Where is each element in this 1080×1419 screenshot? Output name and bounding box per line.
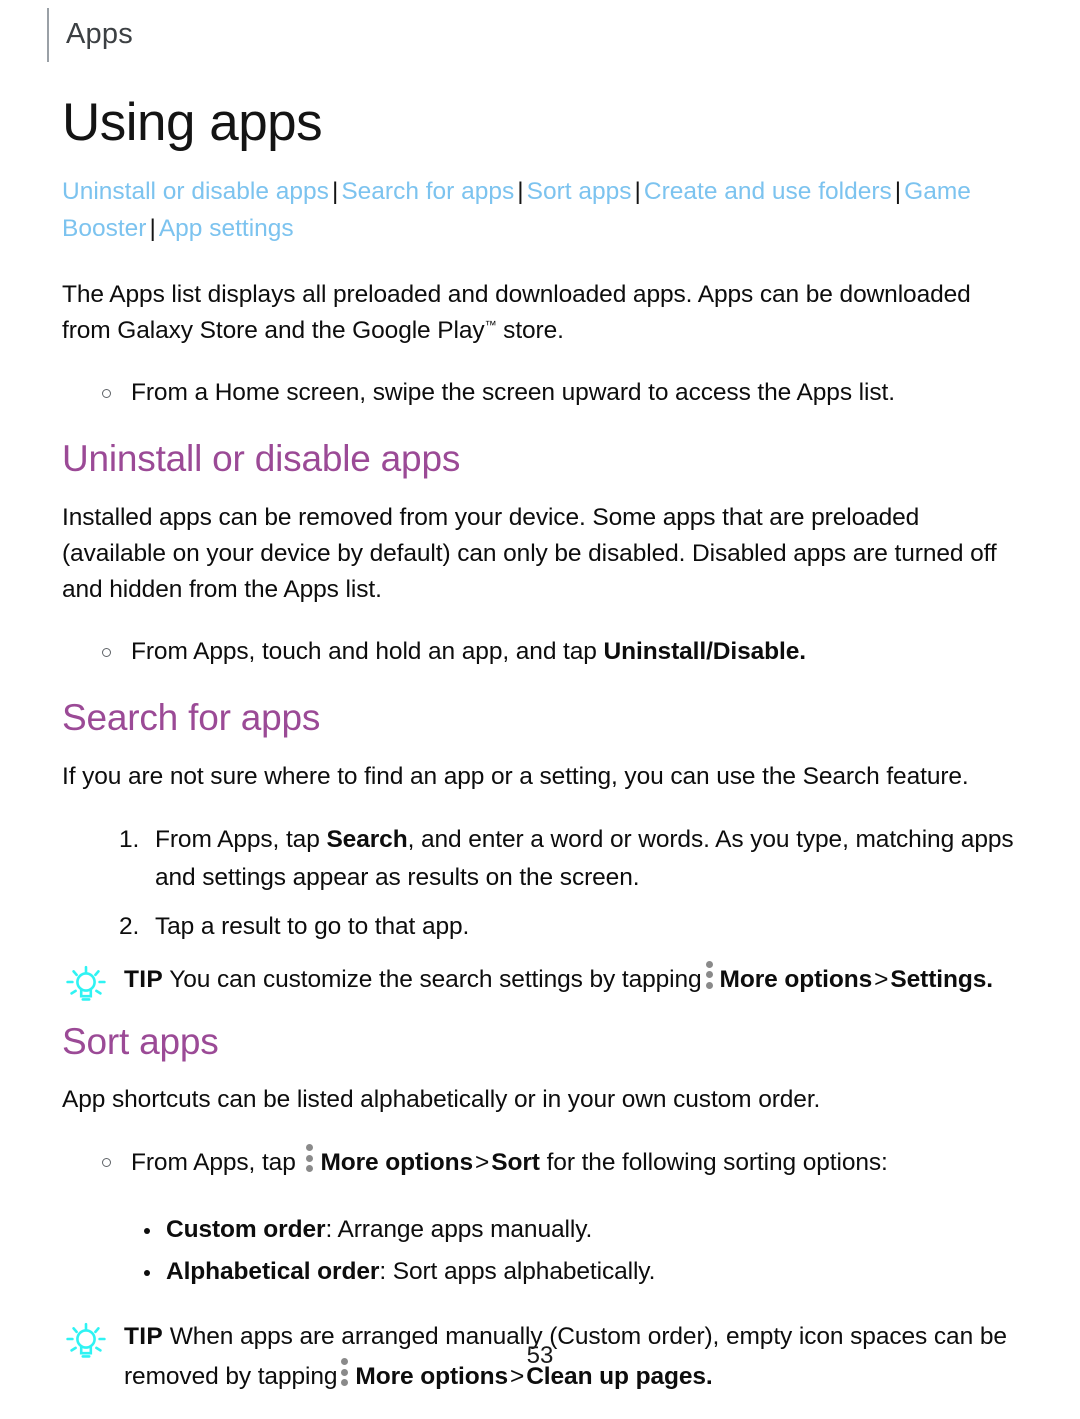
nav-link-create-and-use-folders[interactable]: Create and use folders [644,178,892,205]
lightbulb-icon [62,964,110,1006]
nav-separator: | [517,178,524,206]
more-options-label: More options [719,965,873,993]
sort-label: Sort [491,1149,540,1177]
uninstall-disable-label: Uninstall/Disable. [603,637,807,665]
trademark-symbol: ™ [484,318,497,333]
nav-link-app-settings[interactable]: App settings [159,215,294,242]
alphabetical-order-term: Alphabetical order [166,1258,380,1286]
intro-bullet-text: From a Home screen, swipe the screen upw… [131,379,895,407]
chapter-label: Apps [66,18,133,50]
sort-bullet-prefix: From Apps, tap [131,1149,303,1177]
page-number: 53 [526,1342,554,1369]
list-item: Tap a result to go to that app. [119,908,1014,946]
nav-link-sort-apps[interactable]: Sort apps [527,178,632,205]
page-title: Using apps [62,93,323,152]
uninstall-bullet-list: From Apps, touch and hold an app, and ta… [62,634,1014,670]
list-item: Custom order: Arrange apps manually. [140,1209,1014,1251]
intro-paragraph: The Apps list displays all preloaded and… [62,277,1014,349]
nav-separator: | [894,178,902,206]
uninstall-bullet-prefix: From Apps, touch and hold an app, and ta… [131,637,604,665]
step-2-text: Tap a result to go to that app. [155,912,470,940]
search-button-label: Search [326,825,408,853]
section-heading-search-for-apps: Search for apps [62,696,321,738]
more-options-kebab-icon [705,960,713,989]
list-item: Alphabetical order: Sort apps alphabetic… [140,1251,1014,1293]
header-divider-rule [47,8,49,62]
search-paragraph: If you are not sure where to find an app… [62,762,969,790]
section-heading-uninstall-or-disable-apps: Uninstall or disable apps [62,438,461,480]
nav-separator: | [149,215,156,243]
list-item: From Apps, touch and hold an app, and ta… [100,634,1014,670]
intro-text-part2: store. [496,317,564,345]
document-page: Apps Using apps Uninstall or disable app… [0,0,1080,1397]
more-options-label: More options [320,1149,474,1177]
nav-link-uninstall-or-disable-apps[interactable]: Uninstall or disable apps [62,178,329,205]
section-heading-sort-apps: Sort apps [62,1020,219,1062]
chevron-separator: > [874,965,889,993]
nav-separator: | [331,178,339,206]
sort-options-list: Custom order: Arrange apps manually. Alp… [62,1209,1014,1293]
custom-order-term: Custom order [166,1216,326,1244]
intro-bullet-list: From a Home screen, swipe the screen upw… [62,375,1014,411]
sort-bullet-list: From Apps, tap More options>Sort for the… [62,1144,1014,1181]
search-steps-list: From Apps, tap Search, and enter a word … [62,821,1014,946]
sort-paragraph: App shortcuts can be listed alphabetical… [62,1086,821,1114]
chevron-separator: > [475,1149,490,1177]
list-item: From Apps, tap More options>Sort for the… [100,1144,1014,1181]
uninstall-paragraph: Installed apps can be removed from your … [62,503,997,603]
running-header: Apps [47,8,133,62]
more-options-kebab-icon [306,1144,314,1173]
settings-label: Settings. [890,965,993,993]
sort-bullet-suffix: for the following sorting options: [539,1149,888,1177]
tip-text-search: You can customize the search settings by… [169,965,702,993]
tip-block-search: TIP You can customize the search setting… [62,960,1014,1001]
list-item: From a Home screen, swipe the screen upw… [100,375,1014,411]
section-nav-links: Uninstall or disable apps | Search for app… [62,173,1012,247]
list-item: From Apps, tap Search, and enter a word … [119,821,1014,897]
custom-order-definition: : Arrange apps manually. [325,1216,593,1244]
page-content: Using apps Uninstall or disable apps | Sea… [62,93,1014,1419]
nav-separator: | [634,178,641,206]
step-1-prefix: From Apps, tap [155,825,327,853]
nav-link-search-for-apps[interactable]: Search for apps [341,178,514,205]
tip-label: TIP [124,965,164,993]
alphabetical-order-definition: : Sort apps alphabetically. [379,1258,656,1286]
